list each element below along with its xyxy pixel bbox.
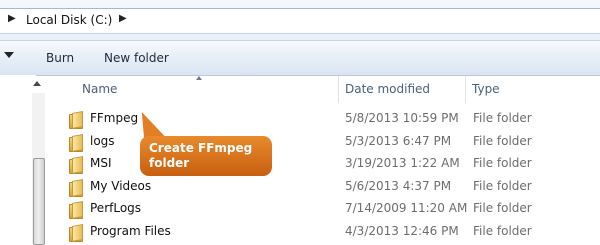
item-name: FFmpeg: [90, 111, 139, 125]
folder-icon: [69, 224, 83, 242]
item-name: logs: [90, 134, 115, 148]
chevron-right-icon[interactable]: ▶: [8, 13, 16, 24]
list-item[interactable]: logs 5/3/2013 6:47 PM File folder: [55, 131, 600, 153]
item-type: File folder: [473, 111, 532, 125]
item-name: My Videos: [90, 179, 152, 193]
burn-button[interactable]: Burn: [46, 51, 74, 65]
breadcrumb[interactable]: ▶ Local Disk (C:) ▶: [0, 8, 600, 34]
item-type: File folder: [473, 179, 532, 193]
column-header-date-modified[interactable]: Date modified: [345, 82, 430, 96]
item-name: PerfLogs: [90, 201, 142, 215]
list-item[interactable]: MSI 3/19/2013 1:22 AM File folder: [55, 153, 600, 175]
item-type: File folder: [473, 201, 532, 215]
breadcrumb-local-disk[interactable]: Local Disk (C:): [26, 13, 112, 27]
item-type: File folder: [473, 224, 532, 238]
address-bar: ▶ Local Disk (C:) ▶: [0, 0, 600, 40]
new-folder-button[interactable]: New folder: [104, 51, 169, 65]
item-date-modified: 3/19/2013 1:22 AM: [345, 156, 460, 170]
list-item[interactable]: My Videos 5/6/2013 4:37 PM File folder: [55, 176, 600, 198]
callout-text-line1: Create FFmpeg: [149, 141, 253, 155]
chevron-down-icon[interactable]: [4, 52, 14, 58]
column-divider[interactable]: [465, 76, 466, 103]
scroll-up-icon[interactable]: [33, 81, 41, 86]
chevron-right-icon[interactable]: ▶: [119, 13, 127, 24]
folder-icon: [69, 111, 83, 129]
navigation-pane: [0, 75, 36, 243]
column-headers: Name Date modified Type: [55, 76, 600, 103]
scrollbar-thumb[interactable]: [33, 158, 45, 245]
folder-icon: [69, 179, 83, 197]
folder-icon: [69, 201, 83, 219]
callout-text-line2: folder: [149, 156, 190, 170]
item-date-modified: 5/6/2013 4:37 PM: [345, 179, 452, 193]
folder-icon: [69, 134, 83, 152]
command-bar: Burn New folder: [0, 40, 600, 76]
item-date-modified: 4/3/2013 12:46 PM: [345, 224, 459, 238]
item-date-modified: 5/3/2013 6:47 PM: [345, 134, 452, 148]
item-name: MSI: [90, 156, 112, 170]
column-divider[interactable]: [338, 76, 339, 103]
list-item[interactable]: PerfLogs 7/14/2009 11:20 AM File folder: [55, 198, 600, 220]
folder-icon: [69, 156, 83, 174]
item-type: File folder: [473, 134, 532, 148]
callout-annotation: Create FFmpeg folder: [140, 136, 272, 176]
sort-ascending-icon: [196, 76, 202, 80]
item-name: Program Files: [90, 224, 171, 238]
list-item[interactable]: Program Files 4/3/2013 12:46 PM File fol…: [55, 221, 600, 243]
item-date-modified: 7/14/2009 11:20 AM: [345, 201, 468, 215]
item-type: File folder: [473, 156, 532, 170]
column-header-type[interactable]: Type: [472, 82, 500, 96]
item-date-modified: 5/8/2013 10:59 PM: [345, 111, 459, 125]
column-header-name[interactable]: Name: [82, 82, 117, 96]
